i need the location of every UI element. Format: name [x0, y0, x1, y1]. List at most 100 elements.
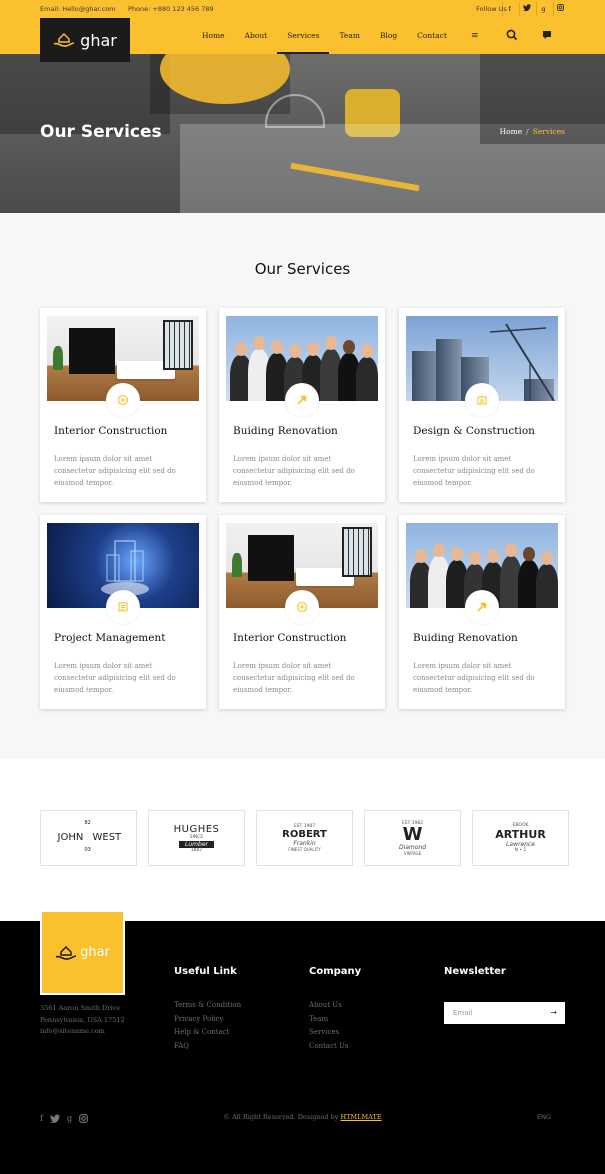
twitter-icon-glyph	[522, 4, 531, 12]
service-desc: Lorem ipsum dolor sit amet consectetur a…	[413, 455, 535, 487]
address-line: Pennsylvania, USA 17512	[40, 1015, 125, 1024]
footer-link[interactable]: FAQ	[174, 1040, 241, 1054]
partner-logo-w[interactable]: EST 1982 W Diamond VINTAGE	[364, 810, 461, 866]
service-card[interactable]: Interior Construction Lorem ipsum dolor …	[219, 515, 385, 709]
service-card[interactable]: Project Management Lorem ipsum dolor sit…	[40, 515, 206, 709]
page-title: Our Services	[40, 122, 162, 142]
service-badge	[106, 383, 140, 417]
contact-email[interactable]: Email: Hello@ghar.com	[40, 5, 116, 13]
logo-wordmark: 82 JOHN WEST 03	[54, 818, 124, 858]
menu-toggle-icon[interactable]: ≡	[457, 18, 489, 54]
logo-tag: 82	[84, 820, 91, 826]
list-icon	[118, 602, 128, 612]
tv-shape	[248, 535, 294, 581]
service-badge	[285, 383, 319, 417]
logo-tag: 03	[84, 847, 91, 853]
interior-icon	[117, 394, 129, 406]
service-title[interactable]: Project Management	[54, 632, 165, 644]
service-card[interactable]: Design & Construction Lorem ipsum dolor …	[399, 308, 565, 502]
twitter-icon[interactable]	[519, 2, 533, 16]
footer-link[interactable]: Contact Us	[309, 1040, 361, 1054]
google-icon[interactable]: g	[536, 2, 550, 16]
plant-shape	[53, 346, 63, 370]
instagram-icon[interactable]	[553, 2, 567, 16]
service-title[interactable]: Buiding Renovation	[233, 425, 338, 437]
service-badge	[285, 590, 319, 624]
service-desc: Lorem ipsum dolor sit amet consectetur a…	[233, 455, 355, 487]
nav-item-team[interactable]: Team	[329, 18, 369, 54]
logo-tag: FINEST QUALITY	[288, 847, 321, 852]
person-head-shape	[541, 551, 553, 565]
logo-tagline: Lawrence	[506, 841, 535, 848]
footer-link[interactable]: Services	[309, 1026, 361, 1040]
language-selector[interactable]: ENG	[537, 1113, 551, 1121]
service-title[interactable]: Design & Construction	[413, 425, 535, 437]
person-head-shape	[271, 340, 283, 354]
newsletter-email-input[interactable]: Email →	[444, 1002, 565, 1024]
footer-logo[interactable]: ghar	[40, 910, 125, 995]
partner-logo-hughes[interactable]: HUGHES SINCE Lumber 1887	[148, 810, 245, 866]
top-social-links: f g	[502, 2, 567, 16]
newsletter-placeholder: Email	[453, 1009, 473, 1017]
hand-house-icon	[55, 945, 77, 960]
interior-icon	[296, 601, 308, 613]
service-title[interactable]: Buiding Renovation	[413, 632, 518, 644]
service-desc: Lorem ipsum dolor sit amet consectetur a…	[413, 662, 535, 694]
services-heading: Our Services	[254, 260, 351, 278]
nav-item-home[interactable]: Home	[192, 18, 235, 54]
footer-address: 3561 Aaron Smith Drive Pennsylvania, USA…	[40, 1003, 125, 1038]
designer-link[interactable]: HTMLMATE	[341, 1113, 382, 1121]
service-card[interactable]: Buiding Renovation Lorem ipsum dolor sit…	[219, 308, 385, 502]
nav-item-services[interactable]: Services	[277, 18, 330, 54]
nav-item-blog[interactable]: Blog	[370, 18, 407, 54]
footer-brand-name: ghar	[80, 945, 110, 960]
service-desc: Lorem ipsum dolor sit amet consectetur a…	[54, 662, 176, 694]
nav-item-contact[interactable]: Contact	[407, 18, 457, 54]
main-navbar: ghar Home About Services Team Blog Conta…	[0, 18, 605, 62]
building-icon	[477, 395, 487, 405]
top-bar: Email: Hello@ghar.com Phone: +880 123 45…	[0, 0, 605, 18]
logo-tagline: Frankin	[293, 840, 316, 847]
logo-word: HUGHES	[173, 823, 220, 835]
service-title[interactable]: Interior Construction	[233, 632, 346, 644]
nav-menu: Home About Services Team Blog Contact ≡	[192, 18, 489, 54]
footer-link[interactable]: Team	[309, 1013, 361, 1027]
person-head-shape	[325, 336, 337, 350]
footer-newsletter: Newsletter	[444, 966, 506, 999]
footer-link[interactable]: About Us	[309, 999, 361, 1013]
search-icon[interactable]	[505, 28, 519, 42]
crane-shape	[489, 323, 555, 401]
address-line: 3561 Aaron Smith Drive	[40, 1004, 120, 1012]
service-card[interactable]: Interior Construction Lorem ipsum dolor …	[40, 308, 206, 502]
nav-item-about[interactable]: About	[235, 18, 278, 54]
partner-logo-john-west[interactable]: 82 JOHN WEST 03	[40, 810, 137, 866]
person-shape	[356, 357, 378, 401]
service-badge	[465, 590, 499, 624]
chat-icon[interactable]	[540, 28, 554, 42]
tv-shape	[69, 328, 115, 374]
copyright: © All Right Reserved. Designed by HTMLMA…	[0, 1113, 605, 1121]
service-card[interactable]: Buiding Renovation Lorem ipsum dolor sit…	[399, 515, 565, 709]
footer-link[interactable]: Privacy Policy	[174, 1013, 241, 1027]
service-title[interactable]: Interior Construction	[54, 425, 167, 437]
site-footer: ghar 3561 Aaron Smith Drive Pennsylvania…	[0, 910, 605, 1174]
address-email[interactable]: info@sitename.com	[40, 1026, 125, 1038]
facebook-icon[interactable]: f	[502, 2, 516, 16]
window-shape	[163, 320, 193, 370]
partner-logo-arthur[interactable]: EBOOK ARTHUR Lawrence N • 1	[472, 810, 569, 866]
arrow-right-icon[interactable]: →	[550, 1002, 557, 1024]
person-head-shape	[289, 344, 301, 358]
footer-link[interactable]: Terms & Condition	[174, 999, 241, 1013]
service-desc: Lorem ipsum dolor sit amet consectetur a…	[233, 662, 355, 694]
breadcrumb-current: Services	[532, 127, 565, 136]
partner-logo-robert[interactable]: EST 1987 ROBERT Frankin FINEST QUALITY	[256, 810, 353, 866]
breadcrumb-home[interactable]: Home	[500, 127, 523, 136]
service-badge	[465, 383, 499, 417]
footer-link[interactable]: Help & Contact	[174, 1026, 241, 1040]
site-logo[interactable]: ghar	[40, 18, 130, 62]
tools-icon	[477, 601, 488, 612]
building-shape	[436, 339, 462, 401]
hand-house-icon	[53, 32, 75, 47]
person-head-shape	[433, 543, 445, 557]
person-head-shape	[523, 547, 535, 561]
